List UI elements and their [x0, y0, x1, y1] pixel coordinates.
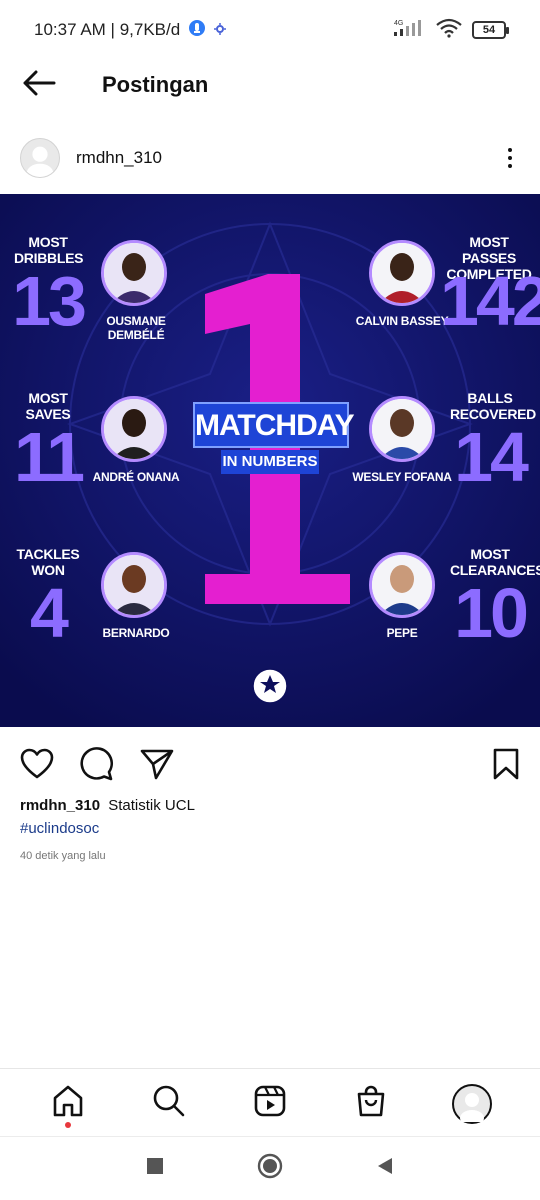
profile-icon	[451, 1083, 492, 1126]
player-name-fofana: WESLEY FOFANA	[352, 470, 452, 484]
post-actions	[0, 744, 540, 788]
notification-dot	[65, 1121, 72, 1128]
back-arrow-icon[interactable]	[22, 70, 56, 101]
player-photo-onana	[101, 396, 167, 462]
network-label: 4G	[394, 20, 403, 27]
post-image[interactable]: MOST DRIBBLES 13 MOST SAVES 11 TACKLES WON …	[0, 194, 540, 727]
reels-icon	[253, 1084, 287, 1123]
nav-profile[interactable]	[448, 1080, 496, 1128]
player-photo-fofana	[369, 396, 435, 462]
nav-home[interactable]	[44, 1080, 92, 1128]
stat-value-dribbles: 13	[12, 262, 87, 340]
more-options-icon[interactable]	[500, 148, 520, 168]
hashtag-link[interactable]: #uclindosoc	[20, 820, 99, 837]
avatar[interactable]	[20, 138, 60, 178]
comment-icon[interactable]	[80, 746, 114, 786]
player-name-dembele: OUSMANE DEMBÉLÉ	[106, 314, 166, 342]
player-name-pepe: PEPE	[386, 626, 418, 640]
stat-value-clearances: 10	[454, 574, 529, 652]
matchday-label: MATCHDAY	[193, 402, 355, 448]
player-name-onana: ANDRÉ ONANA	[92, 470, 180, 484]
in-numbers-label: IN NUMBERS	[221, 450, 319, 474]
ucl-starball-icon	[252, 668, 288, 704]
status-time: 10:37 AM | 9,7KB/d	[34, 20, 181, 39]
battery-indicator: 54	[472, 21, 509, 39]
player-name-bernardo: BERNARDO	[102, 626, 170, 640]
nav-reels[interactable]	[246, 1080, 294, 1128]
app-header: Postingan	[0, 60, 540, 110]
android-nav-bar	[0, 1136, 540, 1200]
back-button-icon[interactable]	[375, 1156, 395, 1181]
post-username[interactable]: rmdhn_310	[76, 148, 162, 168]
player-photo-bernardo	[101, 552, 167, 618]
stat-value-saves: 11	[14, 418, 85, 496]
stat-value-passes: 142	[440, 262, 540, 340]
post-time: 40 detik yang lalu	[20, 850, 106, 862]
search-icon	[152, 1084, 186, 1123]
status-bar: 10:37 AM | 9,7KB/d 4G 54	[0, 0, 540, 60]
shop-icon	[354, 1084, 388, 1123]
signal-icon: 4G	[392, 18, 426, 43]
stat-value-tackles: 4	[30, 574, 69, 652]
bottom-nav	[0, 1068, 540, 1138]
nav-search[interactable]	[145, 1080, 193, 1128]
share-icon[interactable]	[140, 748, 174, 785]
page-title: Postingan	[102, 72, 209, 97]
caption-username[interactable]: rmdhn_310	[20, 797, 100, 814]
home-button-icon[interactable]	[257, 1153, 283, 1184]
bookmark-icon[interactable]	[492, 748, 520, 785]
heart-icon[interactable]	[20, 748, 54, 785]
home-icon	[51, 1084, 85, 1123]
post-caption: rmdhn_310 Statistik UCL	[20, 797, 195, 814]
stat-value-balls-recovered: 14	[454, 418, 529, 496]
player-photo-bassey	[369, 240, 435, 306]
player-photo-pepe	[369, 552, 435, 618]
nav-shop[interactable]	[347, 1080, 395, 1128]
notification-icon	[188, 19, 206, 42]
player-name-bassey: CALVIN BASSEY	[355, 314, 449, 328]
wifi-icon	[436, 18, 462, 43]
settings-gear-icon	[214, 20, 227, 40]
player-photo-dembele	[101, 240, 167, 306]
recent-apps-icon[interactable]	[145, 1156, 165, 1181]
caption-text: Statistik UCL	[108, 797, 195, 814]
post-header: rmdhn_310	[0, 130, 540, 186]
